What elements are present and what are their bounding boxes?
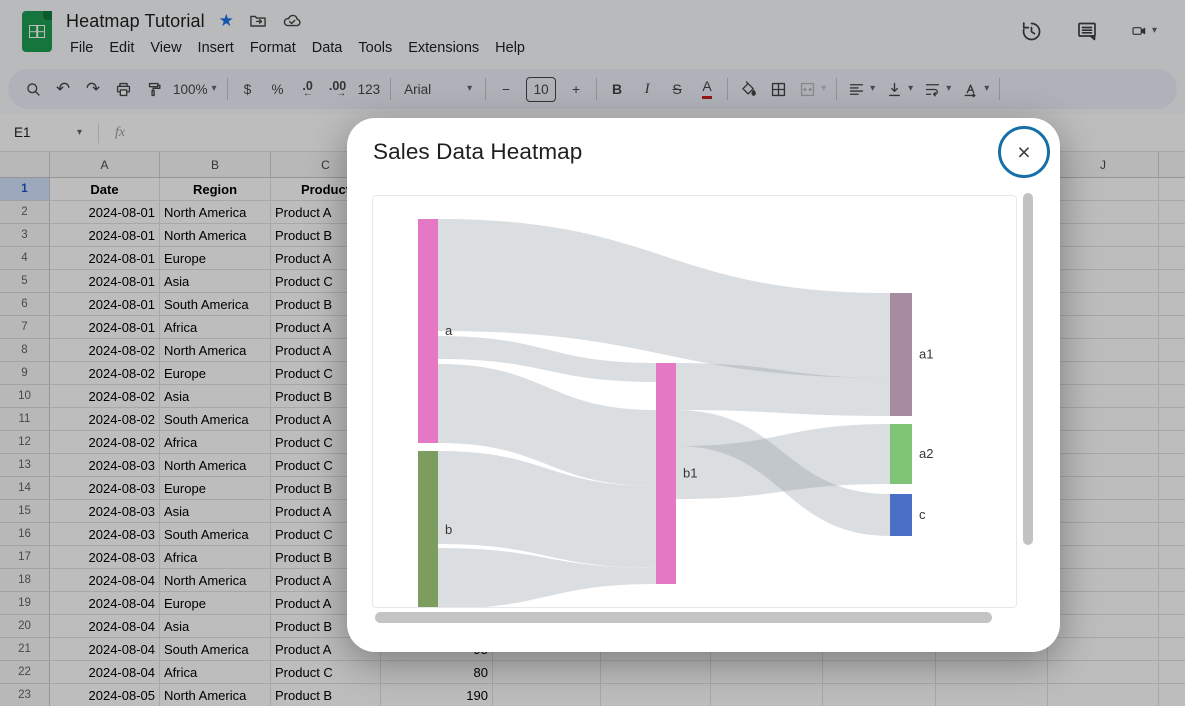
sankey-node-b[interactable] [418, 451, 438, 608]
sankey-node-c[interactable] [890, 494, 912, 536]
sankey-node-label-a1: a1 [919, 347, 933, 362]
sankey-node-label-a2: a2 [919, 446, 933, 461]
dialog-horizontal-scrollbar[interactable] [375, 612, 992, 623]
sankey-node-label-b1: b1 [683, 466, 697, 481]
sankey-node-a[interactable] [418, 219, 438, 443]
sankey-node-a2[interactable] [890, 424, 912, 484]
dialog-title: Sales Data Heatmap [373, 139, 582, 165]
heatmap-dialog: Sales Data Heatmap × a b b1 a1 a2 c [347, 118, 1060, 652]
close-icon: × [1017, 139, 1030, 166]
sankey-node-label-c: c [919, 507, 926, 522]
sankey-node-label-a: a [445, 323, 453, 338]
sankey-node-b1[interactable] [656, 363, 676, 584]
close-button[interactable]: × [998, 126, 1050, 178]
dialog-vertical-scrollbar[interactable] [1023, 193, 1033, 545]
sankey-node-a1[interactable] [890, 293, 912, 416]
sankey-node-label-b: b [445, 522, 452, 537]
sankey-chart: a b b1 a1 a2 c [372, 195, 1017, 608]
